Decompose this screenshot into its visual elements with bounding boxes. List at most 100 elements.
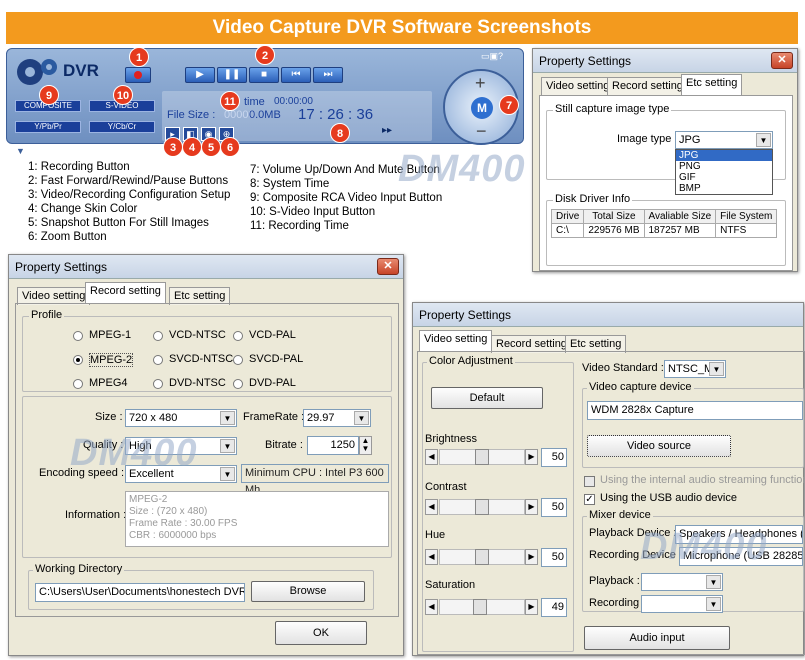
close-icon[interactable]: ✕: [771, 52, 793, 69]
radio-mpeg2[interactable]: [73, 355, 83, 365]
radio-vcd-ntsc[interactable]: [153, 331, 163, 341]
slider-left-icon[interactable]: ◀: [425, 499, 438, 515]
tab-record-setting[interactable]: Record setting: [607, 77, 688, 95]
working-directory-input[interactable]: C:\Users\User\Documents\honestech DVR\: [35, 583, 245, 602]
radio-vcd-pal[interactable]: [233, 331, 243, 341]
chevron-down-icon[interactable]: ▼: [706, 575, 721, 589]
radio-mpeg4[interactable]: [73, 379, 83, 389]
slider-left-icon[interactable]: ◀: [425, 549, 438, 565]
etc-settings-window: Property Settings ✕ Video setting Record…: [532, 48, 798, 272]
chevron-down-icon[interactable]: ▼: [220, 411, 235, 425]
close-icon[interactable]: ✕: [377, 258, 399, 275]
encoding-group: Size : 720 x 480 ▼ FrameRate : 29.97 ▼ Qua…: [22, 396, 392, 558]
slider-thumb[interactable]: [475, 449, 489, 465]
legend-item: 10: S-Video Input Button: [250, 206, 376, 218]
time-label: time: [244, 96, 265, 108]
slider-right-icon[interactable]: ▶: [525, 599, 538, 615]
table-row[interactable]: C:\ 229576 MB 187257 MB NTFS: [550, 223, 778, 238]
pause-button[interactable]: ❚❚: [217, 67, 247, 83]
mute-button[interactable]: M: [471, 97, 493, 119]
radio-label: VCD-PAL: [249, 329, 296, 341]
bitrate-spinner[interactable]: ▲ ▼: [359, 436, 372, 455]
stop-button[interactable]: ■: [249, 67, 279, 83]
framerate-value: 29.97: [307, 412, 335, 424]
ypbpr-button[interactable]: Y/Pb/Pr: [15, 121, 81, 133]
radio-mpeg1[interactable]: [73, 331, 83, 341]
hue-slider[interactable]: ◀ ▶ 50: [425, 548, 573, 567]
browse-button[interactable]: Browse: [251, 581, 365, 602]
legend-left: 1: Recording Button 2: Fast Forward/Rewi…: [28, 160, 230, 244]
slider-thumb[interactable]: [475, 499, 489, 515]
framerate-select[interactable]: 29.97 ▼: [303, 409, 371, 427]
slider-thumb[interactable]: [475, 549, 489, 565]
fast-forward-button[interactable]: ⏭: [313, 67, 343, 83]
image-type-dropdown: JPG PNG GIF BMP: [675, 149, 773, 195]
video-source-button[interactable]: Video source: [587, 435, 731, 457]
volume-down-icon[interactable]: −: [476, 121, 487, 142]
chevron-down-icon[interactable]: ▼: [354, 411, 369, 425]
volume-up-icon[interactable]: +: [475, 73, 486, 94]
chevron-down-icon[interactable]: ▼: [220, 439, 235, 453]
tab-video-setting[interactable]: Video setting: [419, 330, 493, 351]
radio-dvd-pal[interactable]: [233, 379, 243, 389]
capture-device-field[interactable]: WDM 2828x Capture: [587, 401, 803, 420]
play-button[interactable]: ▶: [185, 67, 215, 83]
slider-thumb[interactable]: [473, 599, 487, 615]
slider-right-icon[interactable]: ▶: [525, 549, 538, 565]
slider-right-icon[interactable]: ▶: [525, 499, 538, 515]
record-button[interactable]: [125, 67, 151, 83]
brightness-value[interactable]: 50: [541, 448, 567, 467]
image-type-select[interactable]: JPG ▼: [675, 131, 773, 149]
slider-left-icon[interactable]: ◀: [425, 599, 438, 615]
slider-right-icon[interactable]: ▶: [525, 449, 538, 465]
usb-audio-checkbox[interactable]: ✓: [584, 494, 595, 505]
tab-panel: Color Adjustment Default Brightness ◀ ▶ …: [417, 351, 805, 655]
chevron-down-icon[interactable]: ▼: [756, 133, 771, 147]
legend-item: 11: Recording Time: [250, 220, 349, 232]
dropdown-option[interactable]: GIF: [676, 172, 772, 183]
size-select[interactable]: 720 x 480 ▼: [125, 409, 237, 427]
audio-input-button[interactable]: Audio input: [584, 626, 730, 650]
recording-select[interactable]: ▼: [641, 595, 723, 613]
profile-group: Profile MPEG-1 VCD-NTSC VCD-PAL MPEG-2 S…: [22, 309, 392, 392]
radio-dvd-ntsc[interactable]: [153, 379, 163, 389]
saturation-slider[interactable]: ◀ ▶ 49: [425, 598, 573, 617]
info-line: MPEG-2: [129, 494, 168, 505]
default-button[interactable]: Default: [431, 387, 543, 409]
radio-svcd-ntsc[interactable]: [153, 355, 163, 365]
rewind-button[interactable]: ⏮: [281, 67, 311, 83]
ycbcr-button[interactable]: Y/Cb/Cr: [89, 121, 155, 133]
image-type-label: Image type :: [617, 133, 678, 145]
marker-8: 8: [330, 123, 350, 143]
collapse-arrow-icon[interactable]: ▼: [16, 146, 25, 156]
radio-svcd-pal[interactable]: [233, 355, 243, 365]
radio-label: DVD-PAL: [249, 377, 296, 389]
bitrate-input[interactable]: 1250: [307, 436, 359, 455]
contrast-value[interactable]: 50: [541, 498, 567, 517]
video-standard-select[interactable]: NTSC_M ▼: [664, 360, 726, 378]
size-label: Size :: [95, 411, 123, 423]
dropdown-option[interactable]: BMP: [676, 183, 772, 194]
contrast-slider[interactable]: ◀ ▶ 50: [425, 498, 573, 517]
playback-select[interactable]: ▼: [641, 573, 723, 591]
tab-etc-setting[interactable]: Etc setting: [681, 74, 743, 95]
ok-button[interactable]: OK: [275, 621, 367, 645]
marker-2: 2: [255, 45, 275, 65]
dropdown-option[interactable]: JPG: [676, 150, 772, 161]
chevron-down-icon[interactable]: ▼: [220, 467, 235, 481]
internal-audio-checkbox[interactable]: [584, 476, 595, 487]
window-controls[interactable]: ▭▣?: [481, 51, 519, 63]
tab-video-setting[interactable]: Video setting: [541, 77, 615, 95]
brightness-slider[interactable]: ◀ ▶ 50: [425, 448, 573, 467]
table-header: Total Size: [583, 209, 645, 224]
chevron-down-icon[interactable]: ▼: [706, 597, 721, 611]
hue-value[interactable]: 50: [541, 548, 567, 567]
chevron-down-icon[interactable]: ▼: [709, 362, 724, 376]
slider-left-icon[interactable]: ◀: [425, 449, 438, 465]
dropdown-option[interactable]: PNG: [676, 161, 772, 172]
saturation-value[interactable]: 49: [541, 598, 567, 617]
marker-11: 11: [220, 91, 240, 111]
record-settings-window: Property Settings ✕ Video setting Record…: [8, 254, 404, 656]
disk-table: Drive Total Size Avaliable Size File Sys…: [550, 209, 778, 238]
tab-record-setting[interactable]: Record setting: [85, 282, 166, 303]
